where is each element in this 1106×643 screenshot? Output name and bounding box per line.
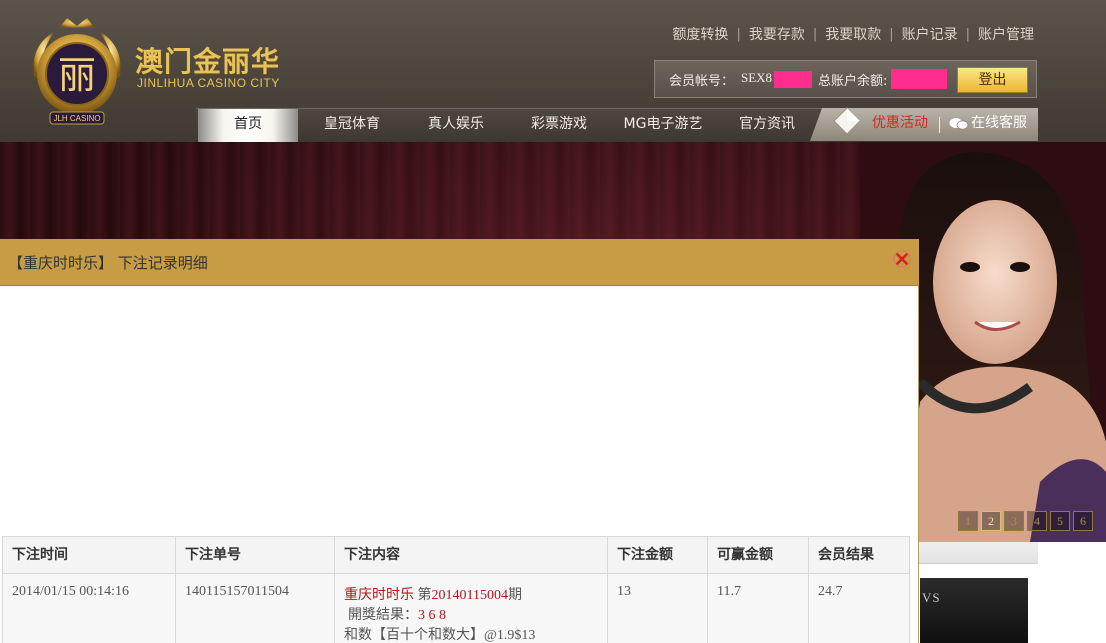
logout-button[interactable]: 登出 [957,67,1028,93]
col-order-no: 下注单号 [175,536,335,574]
member-id-label: 会员帐号： [669,74,735,89]
modal-title: 【重庆时时乐】 下注记录明细 [8,254,208,272]
banner-page-5[interactable]: 5 [1050,511,1070,531]
logo-chinese-name[interactable]: 澳门金丽华 [135,40,280,80]
casino-logo-badge[interactable]: 丽 JLH CASINO [24,16,130,134]
nav-online-support[interactable]: 在线客服 [971,108,1027,138]
nav-divider [939,117,940,133]
banner-page-2[interactable]: 2 [981,511,1001,531]
nav-news[interactable]: 官方资讯 [717,109,817,142]
col-win-amount: 可赢金额 [707,536,809,574]
bet-detail-line: 和数【百十个和数大】@1.9$13 [344,628,536,643]
table-row: 2014/01/15 00:14:16 140115157011504 重庆时时… [2,573,910,643]
cell-bet-content: 重庆时时乐 第20140115004期 開獎結果：3 6 8 和数【百十个和数大… [334,573,608,643]
cell-bet-amount: 13 [607,573,708,643]
account-panel: 会员帐号： SEX8 总账户余额: 登出 [654,60,1037,98]
draw-result-value: 3 6 8 [418,608,446,623]
balance-label: 总账户余额: [818,74,888,89]
chat-bubbles-icon[interactable] [949,116,969,132]
close-icon[interactable] [893,250,911,268]
redacted-member-id [774,71,812,88]
nav-lottery[interactable]: 彩票游戏 [509,109,609,142]
cell-order-no: 140115157011504 [175,573,335,643]
nav-promotions[interactable]: 优惠活动 [872,108,928,138]
banner-page-6[interactable]: 6 [1073,511,1093,531]
bet-game-line: 重庆时时乐 第20140115004期 [344,584,598,604]
col-bet-content: 下注内容 [334,536,608,574]
badge-text: JLH CASINO [53,114,100,123]
col-member-result: 会员结果 [808,536,910,574]
bet-result-line: 開獎結果：3 6 8 [344,604,598,624]
side-strip [918,542,1038,564]
bet-period: 20140115004 [431,588,508,603]
col-bet-time: 下注时间 [2,536,176,574]
member-id-value: SEX8 [741,70,773,85]
top-links: 额度转换 | 我要存款 | 我要取款 | 账户记录 | 账户管理 [672,24,1034,44]
link-account-records[interactable]: 账户记录 [902,24,958,44]
bet-period-prefix: 第 [417,588,432,603]
diamond-icon [833,107,861,135]
side-thumbnail[interactable] [920,578,1028,643]
col-bet-amount: 下注金额 [607,536,708,574]
redacted-balance [891,69,947,89]
link-separator: | [736,26,741,42]
banner-page-4[interactable]: 4 [1027,511,1047,531]
badge-char: 丽 [58,53,96,97]
bet-record-table: 下注时间 下注单号 下注内容 下注金额 可赢金额 会员结果 2014/01/15… [2,536,910,643]
link-withdraw[interactable]: 我要取款 [825,24,881,44]
logo-english-name[interactable]: JINLIHUA CASINO CITY [137,76,280,90]
cell-win-amount: 11.7 [707,573,809,643]
nav-sports[interactable]: 皇冠体育 [302,109,402,142]
link-separator: | [965,26,970,42]
link-deposit[interactable]: 我要存款 [749,24,805,44]
link-account-management[interactable]: 账户管理 [978,24,1034,44]
link-credit-transfer[interactable]: 额度转换 [672,24,728,44]
link-separator: | [812,26,818,42]
banner-page-1[interactable]: 1 [958,511,978,531]
draw-result-label: 開獎結果： [348,608,418,623]
bet-game-name: 重庆时时乐 [344,588,414,603]
link-separator: | [889,26,894,42]
table-header-row: 下注时间 下注单号 下注内容 下注金额 可赢金额 会员结果 [2,536,910,574]
nav-live-casino[interactable]: 真人娱乐 [406,109,506,142]
cell-bet-time: 2014/01/15 00:14:16 [2,573,176,643]
banner-pager: 1 2 3 4 5 6 [958,511,1093,531]
side-thumbnail-caption: VS [922,590,941,605]
bet-period-suffix: 期 [507,588,522,603]
nav-home[interactable]: 首页 [198,109,298,142]
nav-mg-slots[interactable]: MG电子游艺 [613,109,713,142]
bet-record-modal: 【重庆时时乐】 下注记录明细 下注时间 下注单号 下注内容 下注金额 可赢金额 … [0,239,919,643]
cell-member-result: 24.7 [808,573,910,643]
modal-header: 【重庆时时乐】 下注记录明细 [0,239,919,286]
banner-page-3[interactable]: 3 [1004,511,1024,531]
